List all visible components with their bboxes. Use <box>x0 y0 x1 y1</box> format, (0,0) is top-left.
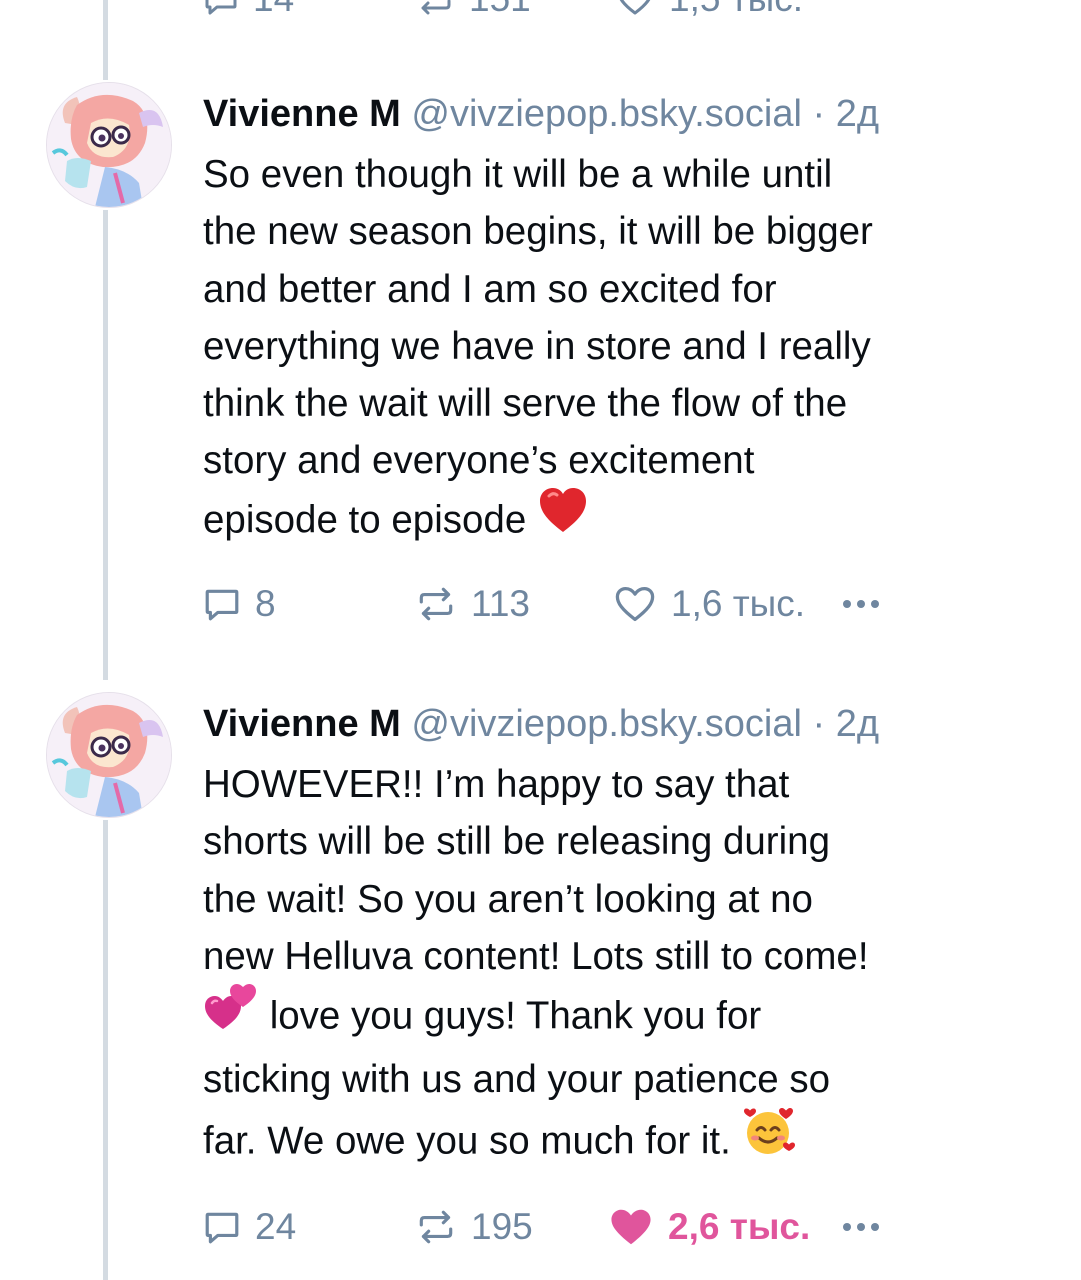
repost-arrows-icon <box>419 587 453 621</box>
avatar-image <box>47 693 171 817</box>
repost-count: 195 <box>471 1206 533 1248</box>
previous-post-actions: 14 151 1,5 тыс. <box>203 0 1023 18</box>
repost-arrows-icon <box>421 0 451 15</box>
reply-bubble-icon <box>205 0 237 15</box>
post-text-line: think the wait will serve the flow of th… <box>203 382 848 426</box>
red-heart-emoji <box>537 486 589 550</box>
reply-count: 24 <box>255 1206 297 1248</box>
post-text-line: and better and I am so excited for <box>203 267 777 311</box>
like-button[interactable]: 2,6 тыс. <box>608 1197 810 1257</box>
two-hearts-emoji <box>203 981 259 1047</box>
post-text-line: So even though it will be a while until <box>203 153 833 196</box>
like-count: 1,5 тыс. <box>669 0 803 18</box>
post-actions: 8 113 1,6 тыс. <box>203 574 1033 634</box>
post-text-line: everything we have in store and I really <box>203 324 871 368</box>
repost-button[interactable]: 151 <box>415 0 531 18</box>
repost-button[interactable]: 195 <box>415 1197 533 1257</box>
post-text-fragment: love you guys! Thank you for <box>269 994 762 1038</box>
reply-button[interactable]: 8 <box>203 574 276 634</box>
post-time[interactable]: 2д <box>836 703 879 745</box>
post-content: Vivienne M @vivziepop.bsky.social · 2д H… <box>203 690 1033 1257</box>
like-count: 2,6 тыс. <box>668 1206 811 1248</box>
separator: · <box>812 93 826 135</box>
like-button[interactable]: 1,6 тыс. <box>613 574 805 634</box>
avatar[interactable] <box>46 692 172 818</box>
author-name[interactable]: Vivienne M <box>203 703 401 745</box>
post-time[interactable]: 2д <box>836 93 879 135</box>
post-text: HOWEVER!! I’m happy to say that shorts w… <box>203 756 1033 1177</box>
author-handle[interactable]: @vivziepop.bsky.social <box>411 703 802 745</box>
reply-button[interactable]: 14 <box>203 0 294 18</box>
avatar[interactable] <box>46 82 172 208</box>
reply-count: 14 <box>253 0 294 18</box>
post-text-line: far. We owe you so much for it. <box>203 1107 1033 1177</box>
heart-icon <box>619 0 651 15</box>
post-text-fragment: episode to episode <box>203 498 527 542</box>
reply-bubble-icon <box>205 1212 239 1244</box>
heart-icon <box>611 1209 651 1245</box>
post-text-line: story and everyone’s excitement <box>203 439 755 483</box>
post-text-line: new Helluva content! Lots still to come! <box>203 934 869 978</box>
post-actions: 24 195 2,6 тыс. <box>203 1197 1033 1257</box>
avatar-image <box>47 83 171 207</box>
author-handle[interactable]: @vivziepop.bsky.social <box>411 93 802 135</box>
author-name[interactable]: Vivienne M <box>203 93 401 135</box>
more-dots-icon[interactable] <box>843 574 879 634</box>
like-count: 1,6 тыс. <box>671 583 806 625</box>
post-text-line: sticking with us and your patience so <box>203 1058 831 1102</box>
thread-line <box>103 210 108 680</box>
separator: · <box>812 703 826 745</box>
like-button[interactable]: 1,5 тыс. <box>615 0 803 18</box>
smiling-face-with-hearts-emoji <box>742 1105 796 1173</box>
post-text: So even though it will be a while until … <box>203 146 1033 554</box>
reply-bubble-icon <box>205 589 239 621</box>
more-dots-icon[interactable] <box>843 1197 879 1257</box>
post-text-line: love you guys! Thank you for <box>203 984 1033 1051</box>
post-text-line: the new season begins, it will be bigger <box>203 210 873 254</box>
post-header: Vivienne M @vivziepop.bsky.social · 2д <box>203 80 1033 148</box>
post-header: Vivienne M @vivziepop.bsky.social · 2д <box>203 690 1033 758</box>
post-text-fragment: far. We owe you so much for it. <box>203 1119 731 1163</box>
post-text-line: episode to episode <box>203 487 1033 554</box>
thread-line <box>103 0 108 80</box>
repost-button[interactable]: 113 <box>415 574 530 634</box>
thread-line <box>103 820 108 1280</box>
heart-icon <box>615 587 655 622</box>
reply-button[interactable]: 24 <box>203 1197 296 1257</box>
repost-count: 113 <box>471 583 530 625</box>
repost-count: 151 <box>469 0 531 18</box>
repost-arrows-icon <box>419 1210 453 1244</box>
post-text-line: shorts will be still be releasing during <box>203 820 830 864</box>
post-text-line: the wait! So you aren’t looking at no <box>203 877 813 921</box>
post-text-line: HOWEVER!! I’m happy to say that <box>203 763 790 806</box>
reply-count: 8 <box>255 583 276 625</box>
post-content: Vivienne M @vivziepop.bsky.social · 2д S… <box>203 80 1033 634</box>
